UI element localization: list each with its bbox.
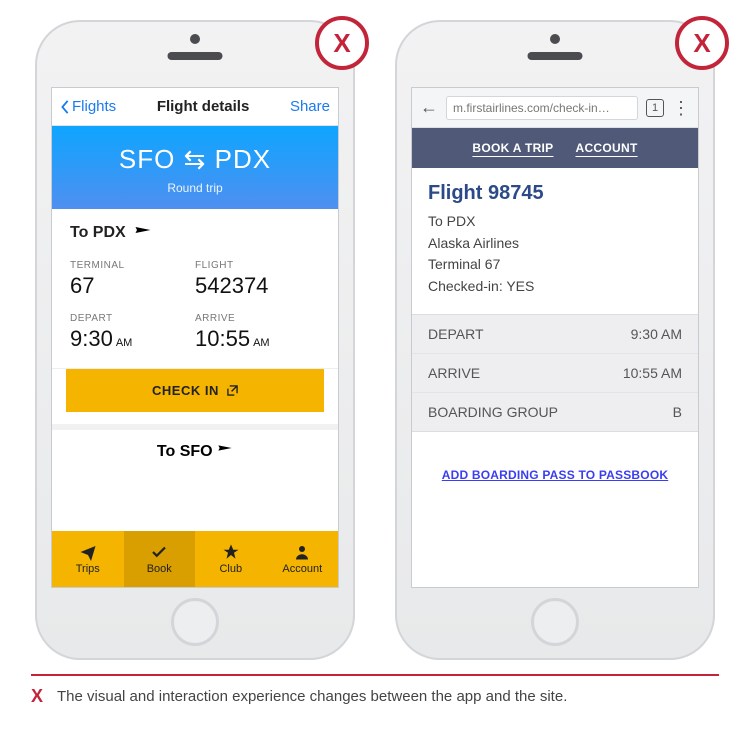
- add-passbook-link[interactable]: ADD BOARDING PASS TO PASSBOOK: [442, 468, 669, 482]
- url-text: m.firstairlines.com/check-in…: [453, 101, 610, 115]
- tab-label: Trips: [76, 563, 100, 575]
- route-hero: SFO ⇆ PDX Round trip: [52, 126, 338, 209]
- row-value: 9:30 AM: [631, 326, 682, 342]
- plane-icon: [79, 543, 97, 561]
- site-screen: ← m.firstairlines.com/check-in… 1 ⋮ BOOK…: [411, 87, 699, 588]
- nav-book-trip[interactable]: BOOK A TRIP: [472, 141, 553, 155]
- back-button[interactable]: Flights: [60, 98, 116, 115]
- arrive-label: ARRIVE: [195, 313, 320, 324]
- row-label: BOARDING GROUP: [428, 404, 558, 420]
- home-button[interactable]: [171, 598, 219, 646]
- browser-toolbar: ← m.firstairlines.com/check-in… 1 ⋮: [412, 88, 698, 128]
- flight-value: 542374: [195, 273, 320, 299]
- detail-line: To PDX: [428, 211, 682, 233]
- back-label: Flights: [72, 98, 116, 115]
- caption-x-icon: X: [31, 686, 43, 707]
- table-row: BOARDING GROUP B: [412, 393, 698, 431]
- table-row: DEPART 9:30 AM: [412, 315, 698, 354]
- negative-badge: X: [315, 16, 369, 70]
- arrive-cell: ARRIVE 10:55AM: [195, 313, 320, 352]
- checkin-button[interactable]: CHECK IN: [66, 369, 324, 412]
- chevron-left-icon: [60, 100, 70, 114]
- caption-divider: [31, 674, 719, 676]
- detail-line: Terminal 67: [428, 254, 682, 276]
- x-icon: X: [333, 28, 350, 59]
- tab-count-button[interactable]: 1: [646, 99, 664, 117]
- terminal-value: 67: [70, 273, 195, 299]
- arrive-ampm: AM: [253, 337, 270, 349]
- phone-site: X ← m.firstairlines.com/check-in… 1 ⋮ BO…: [395, 20, 715, 660]
- row-value: B: [673, 404, 682, 420]
- page-title: Flight details: [157, 98, 250, 115]
- passbook-section: ADD BOARDING PASS TO PASSBOOK: [428, 466, 682, 484]
- phone-app: X Flights Flight details Share SFO ⇆ PDX…: [35, 20, 355, 660]
- caption-text: The visual and interaction experience ch…: [57, 688, 567, 705]
- route-subtitle: Round trip: [52, 181, 338, 195]
- tab-label: Club: [219, 563, 242, 575]
- plane-icon: [217, 443, 233, 460]
- external-link-icon: [227, 385, 238, 396]
- nav-account[interactable]: ACCOUNT: [575, 141, 637, 155]
- detail-line: Checked-in: YES: [428, 276, 682, 298]
- phone-speaker: [528, 52, 583, 60]
- row-label: DEPART: [428, 326, 484, 342]
- tab-label: Account: [282, 563, 322, 575]
- row-label: ARRIVE: [428, 365, 480, 381]
- phone-camera: [190, 34, 200, 44]
- depart-value: 9:30: [70, 326, 113, 351]
- arrive-value: 10:55: [195, 326, 250, 351]
- flight-label: FLIGHT: [195, 260, 320, 271]
- site-content: Flight 98745 To PDX Alaska Airlines Term…: [412, 168, 698, 484]
- row-value: 10:55 AM: [623, 365, 682, 381]
- depart-ampm: AM: [116, 337, 133, 349]
- browser-back-button[interactable]: ←: [420, 97, 438, 118]
- flight-cell: FLIGHT 542374: [195, 260, 320, 299]
- route-text: SFO ⇆ PDX: [52, 144, 338, 175]
- return-label: To SFO: [157, 443, 213, 460]
- phone-camera: [550, 34, 560, 44]
- flight-title: Flight 98745: [428, 182, 682, 205]
- site-nav: BOOK A TRIP ACCOUNT: [412, 128, 698, 168]
- app-screen: Flights Flight details Share SFO ⇆ PDX R…: [51, 87, 339, 588]
- checkin-label: CHECK IN: [152, 383, 219, 398]
- app-navbar: Flights Flight details Share: [52, 88, 338, 126]
- terminal-cell: TERMINAL 67: [70, 260, 195, 299]
- flight-card-return-preview: To SFO: [52, 424, 338, 461]
- phone-speaker: [168, 52, 223, 60]
- tab-trips[interactable]: Trips: [52, 531, 124, 587]
- flight-card-outbound: To PDX TERMINAL 67 FLIGHT 542374: [52, 209, 338, 369]
- detail-line: Alaska Airlines: [428, 233, 682, 255]
- depart-label: DEPART: [70, 313, 195, 324]
- tab-book[interactable]: Book: [124, 531, 196, 587]
- url-field[interactable]: m.firstairlines.com/check-in…: [446, 96, 638, 120]
- menu-button[interactable]: ⋮: [672, 99, 690, 117]
- star-icon: [222, 543, 240, 561]
- table-row: ARRIVE 10:55 AM: [412, 354, 698, 393]
- tab-bar: Trips Book Club Account: [52, 531, 338, 587]
- tab-club[interactable]: Club: [195, 531, 267, 587]
- tab-account[interactable]: Account: [267, 531, 339, 587]
- tab-label: Book: [147, 563, 172, 575]
- times-table: DEPART 9:30 AM ARRIVE 10:55 AM BOARDING …: [412, 314, 698, 432]
- check-icon: [150, 543, 168, 561]
- destination-label: To PDX: [70, 224, 126, 242]
- person-icon: [293, 543, 311, 561]
- x-icon: X: [693, 28, 710, 59]
- home-button[interactable]: [531, 598, 579, 646]
- caption: X The visual and interaction experience …: [31, 686, 719, 707]
- plane-icon: [134, 221, 152, 244]
- share-button[interactable]: Share: [290, 98, 330, 115]
- depart-cell: DEPART 9:30AM: [70, 313, 195, 352]
- terminal-label: TERMINAL: [70, 260, 195, 271]
- negative-badge: X: [675, 16, 729, 70]
- destination-row: To PDX: [70, 221, 320, 250]
